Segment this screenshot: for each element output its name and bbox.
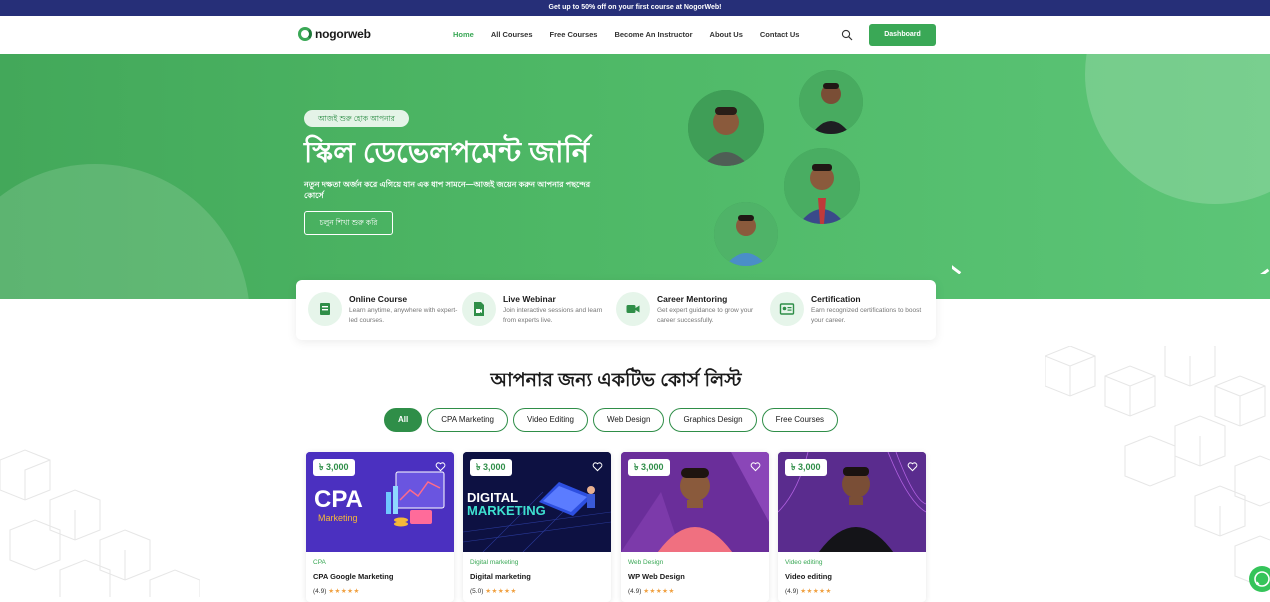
- thumbnail-subtitle: MARKETING: [467, 503, 546, 518]
- decor-dashed-arc: [952, 265, 1270, 274]
- course-rating: (5.0) ★★★★★: [470, 587, 611, 595]
- course-rating: (4.9) ★★★★★: [313, 587, 454, 595]
- hero-subtitle: নতুন দক্ষতা অর্জন করে এগিয়ে যান এক ধাপ …: [304, 180, 591, 200]
- feature-strip: Online Course Learn anytime, anywhere wi…: [296, 280, 936, 340]
- price-badge: ৳ 3,000: [628, 459, 670, 476]
- feature-career-mentoring: Career Mentoring Get expert guidance to …: [616, 292, 770, 328]
- thumbnail-subtitle: Marketing: [318, 513, 358, 523]
- nav-home[interactable]: Home: [453, 30, 474, 39]
- course-card[interactable]: DIGITAL MARKETING ৳ 3,000 Digital market…: [463, 452, 611, 602]
- hero-banner: আজই শুরু হোক আপনার স্কিল ডেভেলপমেন্ট জার…: [0, 54, 1270, 299]
- start-learning-button[interactable]: চলুন শিখা শুরু করি: [304, 211, 393, 235]
- navbar: nogorweb Home All Courses Free Courses B…: [0, 16, 1270, 54]
- heart-icon[interactable]: [750, 461, 761, 472]
- heart-icon[interactable]: [435, 461, 446, 472]
- hero-title: স্কিল ডেভেলপমেন্ট জার্নি: [304, 137, 590, 169]
- instructor-avatar: [714, 202, 778, 266]
- course-thumbnail: ৳ 3,000: [778, 452, 926, 552]
- main-menu: Home All Courses Free Courses Become An …: [453, 30, 799, 39]
- feature-live-webinar: Live Webinar Join interactive sessions a…: [462, 292, 616, 328]
- course-title: WP Web Design: [628, 572, 685, 581]
- nav-become-instructor[interactable]: Become An Instructor: [614, 30, 692, 39]
- nav-free-courses[interactable]: Free Courses: [550, 30, 598, 39]
- instructor-avatar: [688, 90, 764, 166]
- course-card[interactable]: CPA Marketing ৳ 3,000 CPA CPA Google Mar…: [306, 452, 454, 602]
- promo-bar: Get up to 50% off on your first course a…: [0, 0, 1270, 16]
- filter-free-courses[interactable]: Free Courses: [761, 408, 839, 432]
- course-thumbnail: ৳ 3,000: [621, 452, 769, 552]
- star-rating-icon: ★★★★★: [485, 588, 517, 595]
- course-card[interactable]: ৳ 3,000 Web Design WP Web Design (4.9) ★…: [621, 452, 769, 602]
- feature-title: Career Mentoring: [657, 294, 728, 304]
- camera-icon: [616, 292, 650, 326]
- course-filter-tabs: All CPA Marketing Video Editing Web Desi…: [384, 408, 839, 432]
- nav-contact-us[interactable]: Contact Us: [760, 30, 800, 39]
- feature-desc: Get expert guidance to grow your career …: [657, 307, 754, 324]
- logo-icon: [298, 27, 312, 41]
- decor-cube-pattern: [0, 449, 200, 597]
- rating-value: (4.9): [628, 588, 642, 595]
- heart-icon[interactable]: [592, 461, 603, 472]
- logo[interactable]: nogorweb: [298, 27, 371, 41]
- filter-cpa-marketing[interactable]: CPA Marketing: [427, 408, 508, 432]
- feature-title: Live Webinar: [503, 294, 556, 304]
- course-rating: (4.9) ★★★★★: [628, 587, 769, 595]
- course-card[interactable]: ৳ 3,000 Video editing Video editing (4.9…: [778, 452, 926, 602]
- rating-value: (4.9): [313, 588, 327, 595]
- rating-value: (5.0): [470, 588, 484, 595]
- filter-all[interactable]: All: [384, 408, 423, 432]
- instructor-avatar: [799, 70, 863, 134]
- course-category: Digital marketing: [470, 559, 519, 566]
- dashboard-button[interactable]: Dashboard: [869, 24, 936, 46]
- filter-web-design[interactable]: Web Design: [593, 408, 665, 432]
- course-thumbnail: DIGITAL MARKETING ৳ 3,000: [463, 452, 611, 552]
- certificate-icon: [770, 292, 804, 326]
- feature-certification: Certification Earn recognized certificat…: [770, 292, 924, 328]
- filter-video-editing[interactable]: Video Editing: [513, 408, 588, 432]
- book-icon: [308, 292, 342, 326]
- heart-icon[interactable]: [907, 461, 918, 472]
- search-icon[interactable]: [841, 29, 853, 41]
- star-rating-icon: ★★★★★: [800, 588, 832, 595]
- feature-desc: Join interactive sessions and learn from…: [503, 307, 603, 324]
- nav-all-courses[interactable]: All Courses: [491, 30, 533, 39]
- price-badge: ৳ 3,000: [313, 459, 355, 476]
- course-title: CPA Google Marketing: [313, 572, 394, 581]
- rating-value: (4.9): [785, 588, 799, 595]
- price-badge: ৳ 3,000: [470, 459, 512, 476]
- course-category: Video editing: [785, 559, 823, 566]
- hero-badge: আজই শুরু হোক আপনার: [304, 110, 409, 127]
- logo-text: nogorweb: [315, 27, 371, 41]
- course-rating: (4.9) ★★★★★: [785, 587, 926, 595]
- feature-online-course: Online Course Learn anytime, anywhere wi…: [308, 292, 462, 328]
- instructor-avatar: [784, 148, 860, 224]
- feature-desc: Earn recognized certifications to boost …: [811, 307, 922, 324]
- whatsapp-chat-icon[interactable]: [1249, 566, 1270, 592]
- course-category: CPA: [313, 559, 326, 566]
- nav-about-us[interactable]: About Us: [710, 30, 743, 39]
- feature-title: Online Course: [349, 294, 408, 304]
- filter-graphics-design[interactable]: Graphics Design: [669, 408, 757, 432]
- feature-title: Certification: [811, 294, 861, 304]
- video-file-icon: [462, 292, 496, 326]
- course-thumbnail: CPA Marketing ৳ 3,000: [306, 452, 454, 552]
- section-title: আপনার জন্য একটিভ কোর্স লিস্ট: [490, 370, 742, 391]
- star-rating-icon: ★★★★★: [328, 588, 360, 595]
- thumbnail-title: CPA: [314, 486, 363, 513]
- course-title: Digital marketing: [470, 572, 531, 581]
- course-title: Video editing: [785, 572, 832, 581]
- feature-desc: Learn anytime, anywhere with expert-led …: [349, 307, 458, 324]
- price-badge: ৳ 3,000: [785, 459, 827, 476]
- course-category: Web Design: [628, 559, 664, 566]
- decor-circle: [0, 164, 250, 299]
- star-rating-icon: ★★★★★: [643, 588, 675, 595]
